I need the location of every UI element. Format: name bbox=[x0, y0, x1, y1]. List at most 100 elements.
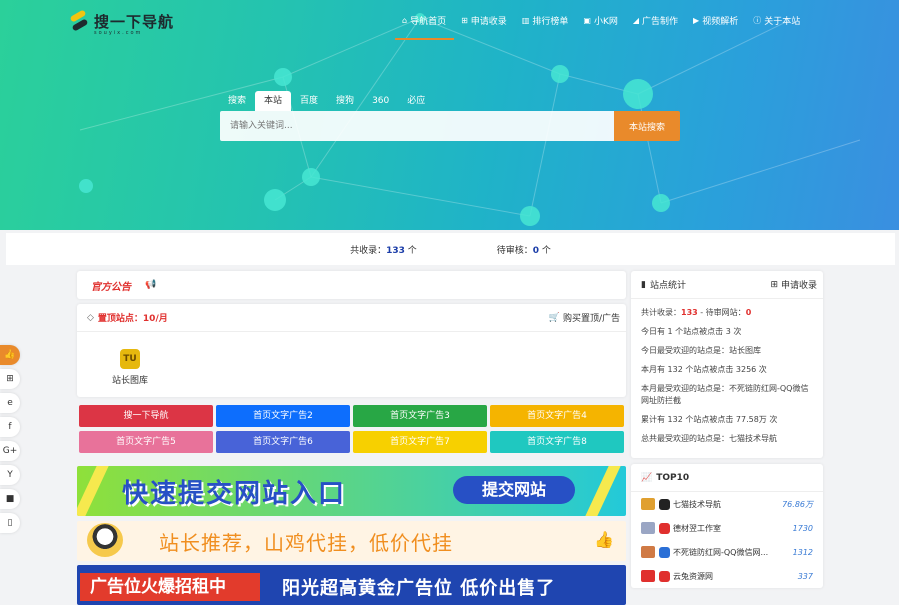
text-ad[interactable]: 首页文字广告3 bbox=[353, 405, 487, 427]
facebook-icon[interactable]: f bbox=[0, 417, 20, 437]
rank-item[interactable]: 德材翌工作室 1730 bbox=[631, 516, 823, 540]
recommend-banner[interactable]: 站长推荐，山鸡代挂，低价代挂 👍 bbox=[77, 521, 626, 561]
tab-site[interactable]: 本站 bbox=[255, 91, 292, 111]
site-favicon bbox=[659, 522, 670, 534]
thumbs-up-icon[interactable]: 👍 bbox=[0, 345, 20, 365]
nav-ranking[interactable]: ▥ 排行榜单 bbox=[515, 0, 577, 40]
site-stats-title-text: 站点统计 bbox=[649, 281, 686, 291]
site-logo[interactable]: 搜一下导航 souyix.com bbox=[68, 10, 175, 36]
nav-home[interactable]: ⌂ 导航首页 bbox=[395, 0, 455, 40]
tab-sogou[interactable]: 搜狗 bbox=[327, 91, 363, 111]
nav-ad-make[interactable]: ◢ 广告制作 bbox=[626, 0, 686, 40]
total-unit: 个 bbox=[404, 245, 417, 256]
top10-title: 📈 TOP10 bbox=[641, 473, 689, 483]
nav-about[interactable]: ⓘ 关于本站 bbox=[746, 0, 808, 40]
rank-name: 不死链防红网-QQ微信网... bbox=[673, 547, 769, 557]
text-ad[interactable]: 首页文字广告8 bbox=[490, 431, 624, 453]
logo-subtext: souyix.com bbox=[94, 30, 143, 36]
notice-title: 官方公告 bbox=[91, 281, 131, 293]
apply-link[interactable]: ⊞ 申请收录 bbox=[770, 278, 817, 292]
stats-line: 总共最受欢迎的站点是：七猫技术导航 bbox=[641, 434, 777, 443]
text-ad[interactable]: 首页文字广告7 bbox=[353, 431, 487, 453]
floating-share-bar: 👍 ⊞ e f G+ Y ■ ▯ bbox=[0, 345, 20, 537]
total-label: 共收录： bbox=[350, 245, 387, 256]
thumbs-up-icon: 👍 bbox=[594, 530, 614, 549]
ad-rent-left-text: 广告位火爆招租中 bbox=[80, 573, 260, 601]
summary-pending: 0 bbox=[745, 308, 752, 317]
site-favicon: TU bbox=[120, 349, 140, 369]
tab-360[interactable]: 360 bbox=[363, 91, 398, 111]
mouse-icon[interactable]: ▯ bbox=[0, 513, 20, 533]
submit-banner-text: 快速提交网站入口 bbox=[122, 479, 347, 509]
edge-icon[interactable]: e bbox=[0, 393, 20, 413]
rank-value: 1312 bbox=[792, 547, 813, 557]
tab-search[interactable]: 搜索 bbox=[219, 91, 255, 111]
info-icon: ⓘ bbox=[753, 15, 762, 25]
site-name: 站长图库 bbox=[111, 376, 148, 386]
home-icon: ⌂ bbox=[402, 15, 408, 25]
ad-rent-banner[interactable]: 广告位火爆招租中 阳光超高黄金广告位 低价出售了 bbox=[77, 565, 626, 605]
main-column: 官方公告 📢 ◇ 置顶站点：10/月 🛒 购买置顶/广告 TU 站长图库 搜一下导航… bbox=[77, 271, 626, 605]
text-ad-grid: 搜一下导航 首页文字广告2 首页文字广告3 首页文字广告4 首页文字广告5 首页… bbox=[79, 405, 624, 453]
rank-name: 德材翌工作室 bbox=[673, 523, 721, 533]
buy-ad-label: 购买置顶/广告 bbox=[562, 314, 620, 324]
stats-line: 今日最受欢迎的站点是：站长图库 bbox=[641, 346, 761, 355]
top10-card: 📈 TOP10 七猫技术导航 76.86万 德材翌工作室 1730 不死链防红网-QQ… bbox=[631, 464, 823, 588]
nav-apply[interactable]: ⊞ 申请收录 bbox=[454, 0, 515, 40]
site-stats-card: ▮ 站点统计 ⊞ 申请收录 共计收录：133 - 待审网站：0 今日有 1 个站点被… bbox=[631, 271, 823, 458]
search-bar: 本站搜索 bbox=[220, 111, 680, 141]
medal-icon bbox=[641, 522, 655, 534]
cart-icon: 🛒 bbox=[548, 312, 560, 323]
banner-stripe bbox=[77, 466, 109, 516]
text-ad[interactable]: 首页文字广告6 bbox=[216, 431, 350, 453]
buy-ad-link[interactable]: 🛒 购买置顶/广告 bbox=[548, 311, 620, 325]
rank-item[interactable]: 云兔资源网 337 bbox=[631, 564, 823, 588]
pending-unit: 个 bbox=[539, 245, 551, 256]
site-favicon bbox=[659, 570, 670, 582]
text-ad[interactable]: 首页文字广告2 bbox=[216, 405, 350, 427]
top-sites-header: ◇ 置顶站点：10/月 🛒 购买置顶/广告 bbox=[77, 304, 626, 332]
search-button[interactable]: 本站搜索 bbox=[614, 111, 680, 141]
plus-square-icon: ⊞ bbox=[461, 15, 468, 25]
main-nav: ⌂ 导航首页 ⊞ 申请收录 ▥ 排行榜单 ▣ 小K网 ◢ 广告制作 ▶ 视频解析 ⓘ 关于本站 bbox=[395, 0, 808, 40]
nav-label: 申请收录 bbox=[470, 16, 507, 27]
notice-card: 官方公告 📢 bbox=[77, 271, 626, 299]
text-ad[interactable]: 首页文字广告4 bbox=[490, 405, 624, 427]
medal-icon bbox=[641, 498, 655, 510]
site-stats-header: ▮ 站点统计 ⊞ 申请收录 bbox=[631, 271, 823, 299]
rank-item[interactable]: 不死链防红网-QQ微信网... 1312 bbox=[631, 540, 823, 564]
megaphone-icon[interactable]: 📢 bbox=[145, 280, 156, 290]
site-stats-body: 共计收录：133 - 待审网站：0 今日有 1 个站点被点击 3 次 今日最受欢… bbox=[631, 299, 823, 458]
nav-label: 广告制作 bbox=[642, 16, 679, 27]
medal-icon bbox=[641, 570, 655, 582]
tab-bing[interactable]: 必应 bbox=[398, 91, 434, 111]
site-favicon bbox=[659, 498, 670, 510]
site-favicon bbox=[659, 546, 670, 558]
site-stats-title: ▮ 站点统计 bbox=[641, 278, 686, 292]
search-input[interactable] bbox=[220, 111, 614, 141]
tab-baidu[interactable]: 百度 bbox=[291, 91, 327, 111]
play-square-icon: ▣ bbox=[583, 15, 591, 25]
yandex-icon[interactable]: Y bbox=[0, 465, 20, 485]
rank-item[interactable]: 七猫技术导航 76.86万 bbox=[631, 492, 823, 516]
rank-value: 337 bbox=[797, 571, 813, 581]
stats-summary: 共计收录：133 - 待审网站：0 bbox=[641, 307, 813, 319]
logo-text: 搜一下导航 bbox=[94, 12, 175, 31]
video-icon: ▶ bbox=[693, 15, 700, 25]
video-camera-icon[interactable]: ■ bbox=[0, 489, 20, 509]
nav-label: 关于本站 bbox=[764, 16, 801, 27]
banner-stripe bbox=[585, 466, 621, 516]
nav-xiaok[interactable]: ▣ 小K网 bbox=[576, 0, 625, 40]
google-plus-icon[interactable]: G+ bbox=[0, 441, 20, 461]
top-sites-title-text: 置顶站点：10/月 bbox=[97, 314, 168, 324]
top10-header: 📈 TOP10 bbox=[631, 464, 823, 492]
submit-site-banner[interactable]: 快速提交网站入口 提交网站 bbox=[77, 466, 626, 516]
stats-line: 本月有 132 个站点被点击 3256 次 bbox=[641, 365, 767, 374]
line-chart-icon: 📈 bbox=[641, 472, 653, 483]
text-ad[interactable]: 搜一下导航 bbox=[79, 405, 213, 427]
ad-rent-right-text: 阳光超高黄金广告位 低价出售了 bbox=[282, 578, 556, 599]
top-site-item[interactable]: TU 站长图库 bbox=[100, 349, 160, 386]
nav-video[interactable]: ▶ 视频解析 bbox=[686, 0, 746, 40]
text-ad[interactable]: 首页文字广告5 bbox=[79, 431, 213, 453]
windows-icon[interactable]: ⊞ bbox=[0, 369, 20, 389]
